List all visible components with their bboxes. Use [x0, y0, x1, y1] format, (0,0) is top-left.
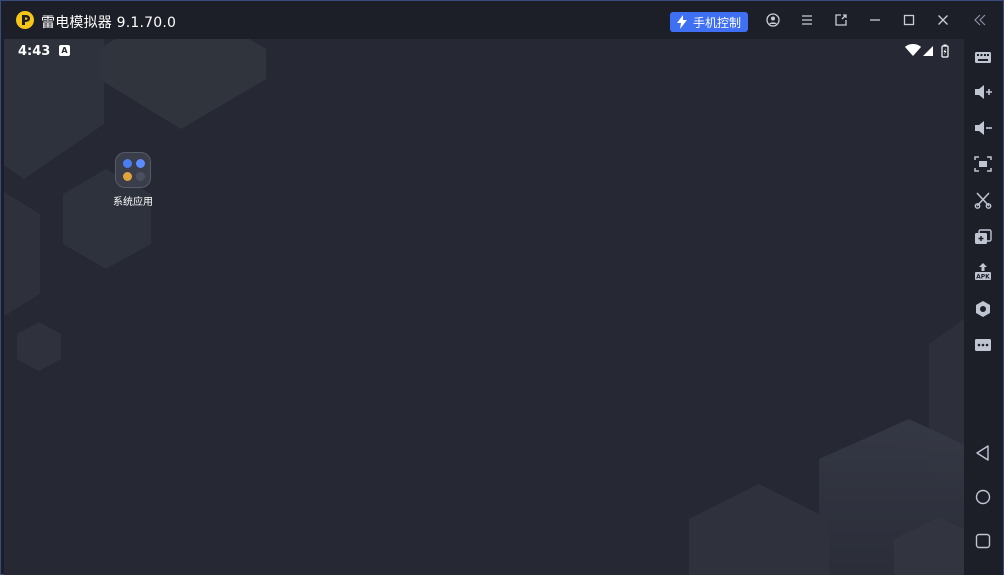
app-mini-icon	[136, 159, 145, 168]
more-button[interactable]	[972, 334, 994, 356]
phone-control-label: 手机控制	[693, 15, 742, 30]
home-icon	[975, 489, 991, 505]
screenshot-button[interactable]	[972, 153, 994, 175]
app-mini-icon	[136, 172, 145, 181]
back-icon	[976, 445, 989, 461]
install-apk-icon: APK	[975, 263, 991, 281]
right-toolbar: APK	[964, 39, 1003, 575]
system-apps-folder-label: 系统应用	[113, 197, 153, 208]
emulator-window: 雷电模拟器 9.1.70.0 手机控制 4:43 A 系统应用 APK	[0, 0, 1004, 575]
phone-control-button[interactable]: 手机控制	[670, 12, 748, 32]
title-bar[interactable]: 雷电模拟器 9.1.70.0 手机控制	[1, 1, 1003, 39]
home-button[interactable]	[972, 486, 994, 508]
keyboard-mapping-button[interactable]	[972, 46, 994, 68]
android-screen[interactable]: 4:43 A 系统应用	[4, 39, 964, 575]
hexagon-wallpaper	[4, 39, 964, 575]
install-apk-button[interactable]: APK	[972, 261, 994, 283]
scissors-icon	[974, 192, 992, 209]
system-apps-folder[interactable]	[115, 152, 151, 188]
settings-hex-icon	[976, 301, 990, 317]
volume-up-icon	[975, 85, 992, 99]
volume-up-button[interactable]	[972, 81, 994, 103]
keyboard-mapping-icon	[975, 52, 991, 63]
back-button[interactable]	[972, 442, 994, 464]
popout-icon[interactable]	[834, 13, 848, 27]
notification-badge: A	[59, 45, 70, 56]
status-clock: 4:43	[18, 44, 51, 59]
lightning-icon	[677, 15, 687, 29]
menu-icon[interactable]	[800, 13, 814, 27]
minimize-icon[interactable]	[868, 13, 882, 27]
recents-button[interactable]	[972, 530, 994, 552]
wifi-icon	[905, 44, 921, 56]
settings-button[interactable]	[972, 298, 994, 320]
close-icon[interactable]	[936, 13, 950, 27]
recents-icon	[975, 533, 991, 549]
multi-instance-button[interactable]	[972, 226, 994, 248]
cut-button[interactable]	[972, 189, 994, 211]
app-logo-icon	[16, 11, 34, 29]
more-icon	[975, 339, 991, 351]
status-icons	[905, 44, 949, 58]
collapse-sidebar-icon[interactable]	[973, 13, 987, 27]
account-icon[interactable]	[766, 13, 780, 27]
screenshot-icon	[974, 156, 992, 172]
android-status-bar: 4:43 A	[4, 39, 964, 63]
app-mini-icon	[123, 172, 132, 181]
window-title: 雷电模拟器 9.1.70.0	[41, 15, 177, 31]
apk-label: APK	[976, 274, 990, 281]
multi-instance-icon	[975, 229, 992, 244]
maximize-icon[interactable]	[902, 13, 916, 27]
volume-down-button[interactable]	[972, 117, 994, 139]
signal-icon	[923, 46, 933, 56]
volume-down-icon	[975, 121, 992, 135]
app-mini-icon	[123, 159, 132, 168]
